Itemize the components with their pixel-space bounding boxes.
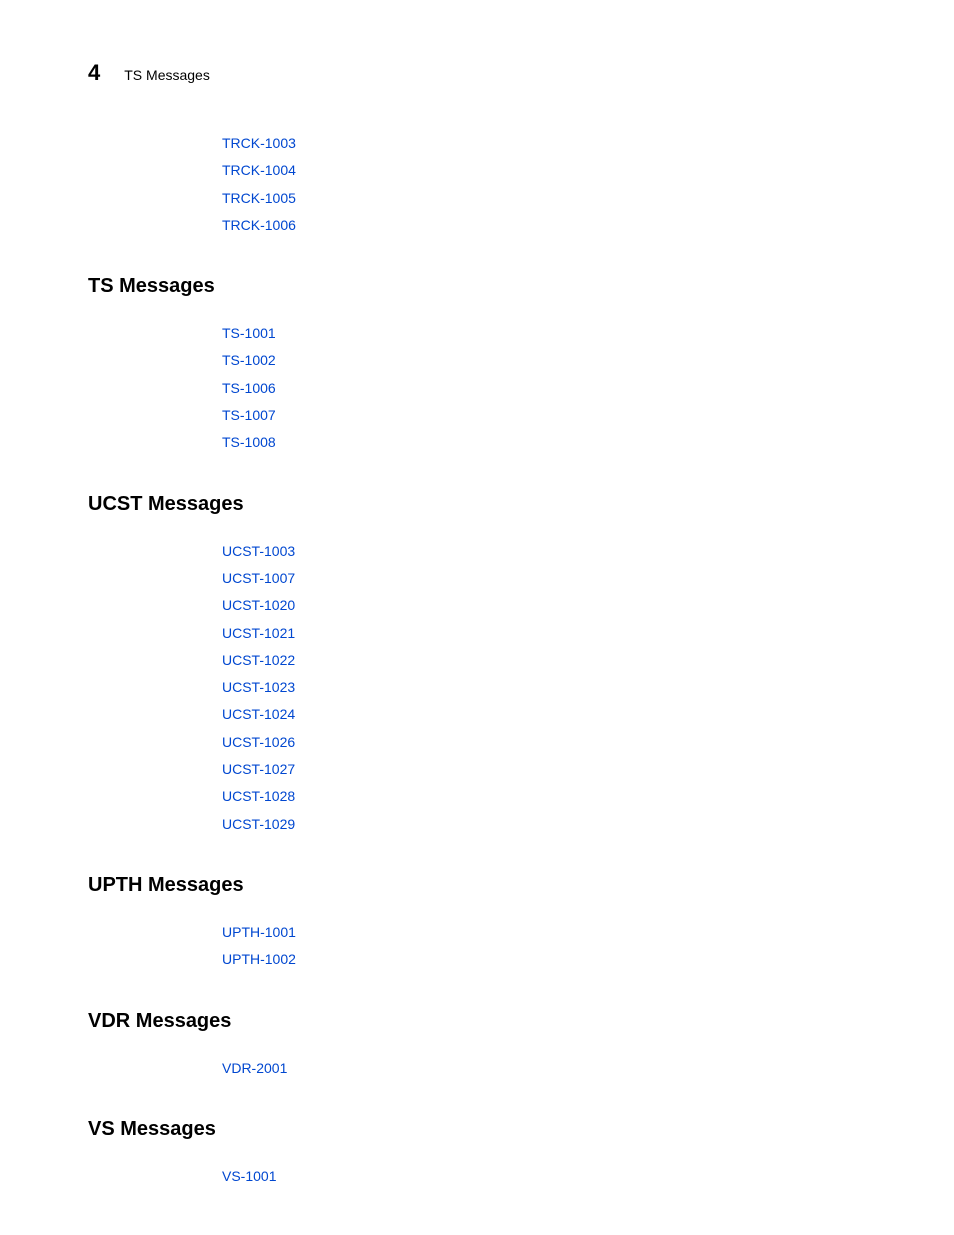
heading-ucst-messages: UCST Messages bbox=[88, 493, 868, 516]
heading-vdr-messages: VDR Messages bbox=[88, 1010, 868, 1033]
link-ucst-1027[interactable]: UCST-1027 bbox=[222, 756, 868, 783]
link-group-ts: TS-1001 TS-1002 TS-1006 TS-1007 TS-1008 bbox=[222, 320, 868, 456]
link-upth-1001[interactable]: UPTH-1001 bbox=[222, 919, 868, 946]
link-group-vs: VS-1001 bbox=[222, 1163, 868, 1190]
link-ucst-1003[interactable]: UCST-1003 bbox=[222, 538, 868, 565]
link-ucst-1024[interactable]: UCST-1024 bbox=[222, 701, 868, 728]
link-ucst-1026[interactable]: UCST-1026 bbox=[222, 729, 868, 756]
link-ucst-1029[interactable]: UCST-1029 bbox=[222, 811, 868, 838]
link-ucst-1022[interactable]: UCST-1022 bbox=[222, 647, 868, 674]
link-trck-1003[interactable]: TRCK-1003 bbox=[222, 130, 868, 157]
heading-upth-messages: UPTH Messages bbox=[88, 874, 868, 897]
link-ts-1001[interactable]: TS-1001 bbox=[222, 320, 868, 347]
link-group-upth: UPTH-1001 UPTH-1002 bbox=[222, 919, 868, 974]
page-header: 4 TS Messages bbox=[88, 60, 210, 86]
link-ucst-1028[interactable]: UCST-1028 bbox=[222, 783, 868, 810]
link-ucst-1007[interactable]: UCST-1007 bbox=[222, 565, 868, 592]
content-area: TRCK-1003 TRCK-1004 TRCK-1005 TRCK-1006 … bbox=[88, 130, 868, 1226]
link-ts-1007[interactable]: TS-1007 bbox=[222, 402, 868, 429]
link-ts-1008[interactable]: TS-1008 bbox=[222, 429, 868, 456]
link-ucst-1023[interactable]: UCST-1023 bbox=[222, 674, 868, 701]
link-group-trck: TRCK-1003 TRCK-1004 TRCK-1005 TRCK-1006 bbox=[222, 130, 868, 239]
link-trck-1006[interactable]: TRCK-1006 bbox=[222, 212, 868, 239]
link-trck-1005[interactable]: TRCK-1005 bbox=[222, 185, 868, 212]
link-ts-1006[interactable]: TS-1006 bbox=[222, 375, 868, 402]
link-trck-1004[interactable]: TRCK-1004 bbox=[222, 157, 868, 184]
link-vs-1001[interactable]: VS-1001 bbox=[222, 1163, 868, 1190]
heading-vs-messages: VS Messages bbox=[88, 1118, 868, 1141]
section-number: 4 bbox=[88, 60, 100, 86]
link-ucst-1020[interactable]: UCST-1020 bbox=[222, 592, 868, 619]
link-group-ucst: UCST-1003 UCST-1007 UCST-1020 UCST-1021 … bbox=[222, 538, 868, 838]
heading-ts-messages: TS Messages bbox=[88, 275, 868, 298]
link-upth-1002[interactable]: UPTH-1002 bbox=[222, 946, 868, 973]
link-vdr-2001[interactable]: VDR-2001 bbox=[222, 1055, 868, 1082]
section-title: TS Messages bbox=[124, 67, 210, 83]
link-ts-1002[interactable]: TS-1002 bbox=[222, 347, 868, 374]
link-ucst-1021[interactable]: UCST-1021 bbox=[222, 620, 868, 647]
link-group-vdr: VDR-2001 bbox=[222, 1055, 868, 1082]
